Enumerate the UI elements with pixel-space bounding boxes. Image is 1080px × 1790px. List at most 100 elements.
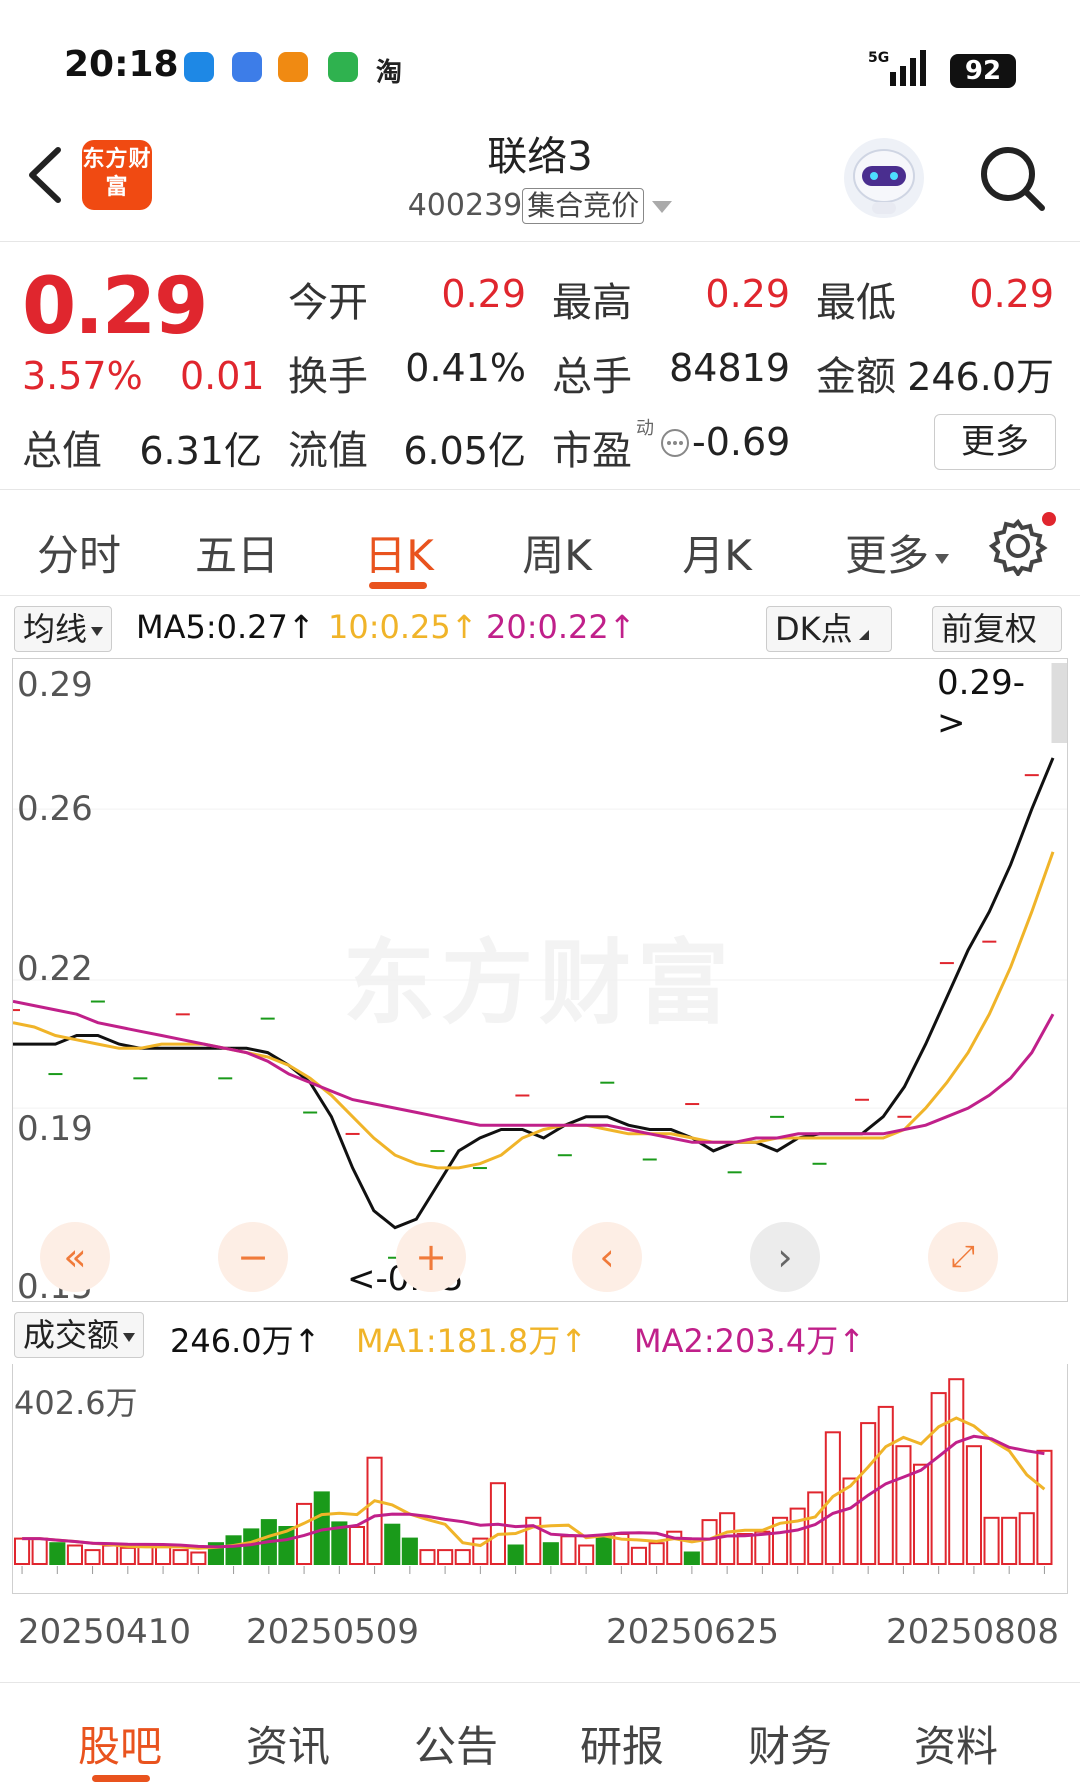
volume-bar — [965, 1445, 983, 1565]
x-tick-label: 20250509 — [246, 1612, 420, 1652]
volume-bar — [243, 1528, 260, 1565]
volume-ma1: MA1:181.8万↑ — [356, 1322, 588, 1360]
nav-forum[interactable]: 股吧 — [50, 1713, 190, 1774]
reader-icon — [278, 52, 308, 82]
volume-bar — [807, 1491, 824, 1565]
volume-bar — [14, 1537, 31, 1566]
ma-select[interactable]: 均线 — [14, 606, 113, 652]
volume-bar — [948, 1378, 965, 1566]
volume-bar — [507, 1544, 524, 1565]
kline-chart[interactable]: 东方财富 0.29 0.26 0.22 0.19 0.15 0.29-> <-0… — [12, 658, 1068, 1307]
volume-bar — [895, 1445, 912, 1565]
x-tick-label: 20250625 — [606, 1612, 780, 1652]
browser-icon — [232, 52, 262, 82]
volume-bar — [172, 1549, 189, 1566]
volume-max-label: 402.6万 — [14, 1384, 138, 1422]
float-label: 流值 — [288, 428, 368, 474]
volume-bar — [930, 1392, 947, 1565]
volume-bar — [736, 1533, 753, 1565]
volume-select[interactable]: 成交额 — [14, 1312, 145, 1358]
tab-more[interactable]: 更多 — [822, 522, 972, 583]
stock-header: 东方财富 联络3 400239 集合竞价 — [0, 110, 1080, 242]
assistant-robot-icon[interactable] — [842, 136, 926, 220]
volume-indicator-row: 成交额 246.0万↑ MA1:181.8万↑ MA2:203.4万↑ — [0, 1306, 1080, 1364]
zoom-in-button[interactable]: + — [396, 1222, 466, 1292]
high-label: 最高 — [552, 280, 632, 326]
ma20-value: 20:0.22↑ — [486, 608, 636, 646]
volume-current: 246.0万↑ — [170, 1322, 321, 1360]
tab-monthly-k[interactable]: 月K — [652, 522, 782, 583]
nav-announcements[interactable]: 公告 — [386, 1713, 526, 1774]
more-quote-button[interactable]: 更多 — [934, 414, 1056, 470]
volume-bar — [630, 1546, 648, 1566]
volume-ma2: MA2:203.4万↑ — [634, 1322, 866, 1360]
ma10-value: 10:0.25↑ — [328, 608, 478, 646]
open-label: 今开 — [288, 280, 368, 326]
volume-bar — [49, 1542, 66, 1565]
active-nav-indicator — [92, 1775, 150, 1782]
volume-svg — [14, 1378, 1053, 1574]
volume-bar — [1001, 1516, 1018, 1566]
turnover-value: 0.41% — [405, 346, 526, 390]
tab-weekly-k[interactable]: 周K — [492, 522, 622, 583]
nav-research[interactable]: 研报 — [552, 1713, 692, 1774]
volume-bar — [754, 1530, 771, 1565]
scroll-right-button[interactable]: › — [750, 1222, 820, 1292]
volume-bar — [648, 1542, 665, 1565]
volume-bar — [401, 1537, 418, 1566]
change-percent: 3.57% — [22, 354, 143, 398]
volume-bar — [348, 1526, 365, 1565]
quote-panel: 0.29 3.57% 0.01 今开 0.29 最高 0.29 最低 0.29 … — [0, 242, 1080, 490]
high-value: 0.29 — [705, 272, 790, 316]
signal-icon: 5G — [868, 50, 926, 86]
more-dots-icon[interactable] — [660, 428, 690, 458]
y-tick-label: 0.29 — [17, 665, 93, 705]
nav-financials[interactable]: 财务 — [720, 1713, 860, 1774]
tab-intraday[interactable]: 分时 — [14, 522, 144, 583]
volume-bar — [560, 1535, 577, 1566]
trade-mode-badge: 集合竞价 — [522, 188, 645, 224]
nav-profile[interactable]: 资料 — [886, 1713, 1026, 1774]
gear-icon[interactable] — [988, 516, 1048, 576]
fullscreen-icon[interactable]: ⤢ — [928, 1222, 998, 1292]
period-tabs: 分时 五日 日K 周K 月K 更多 — [0, 490, 1080, 596]
svg-text:5G: 5G — [868, 50, 889, 66]
volume-bar — [31, 1537, 48, 1566]
pe-label: 市盈 — [552, 428, 632, 474]
y-tick-label: 0.22 — [17, 949, 93, 989]
volume-bar — [1036, 1449, 1053, 1565]
adjust-button[interactable]: 前复权 — [932, 606, 1062, 652]
volume-chart[interactable] — [12, 1364, 1068, 1594]
chevron-down-icon — [652, 200, 673, 213]
security-icon — [328, 52, 358, 82]
nav-news[interactable]: 资讯 — [218, 1713, 358, 1774]
volume-bar — [983, 1516, 1000, 1566]
edge-icon — [184, 52, 214, 82]
volume-bar — [595, 1535, 612, 1566]
volume-select-label: 成交额 — [23, 1316, 120, 1354]
volume-bar — [84, 1549, 101, 1566]
search-icon[interactable] — [972, 138, 1052, 218]
mcap-value: 6.31亿 — [139, 429, 262, 473]
indicator-row: 均线 MA5:0.27↑ 10:0.25↑ 20:0.22↑ DK点 前复权 — [0, 600, 1080, 660]
status-bar: 20:18 淘 5G 92 — [0, 0, 1080, 110]
jump-start-button[interactable]: « — [40, 1222, 110, 1292]
volume-bar — [66, 1544, 84, 1565]
kline-svg — [13, 757, 1067, 1259]
bottom-nav: 股吧 资讯 公告 研报 财务 资料 — [0, 1682, 1080, 1790]
dk-point-label: DK点 — [775, 610, 853, 648]
scroll-left-button[interactable]: ‹ — [572, 1222, 642, 1292]
volume-bar — [437, 1549, 454, 1566]
tab-five-day[interactable]: 五日 — [172, 522, 302, 583]
dk-point-button[interactable]: DK点 — [766, 606, 892, 652]
volume-bar — [384, 1523, 401, 1565]
caret-down-icon — [91, 626, 104, 636]
volume-bar — [119, 1546, 136, 1566]
last-price: 0.29 — [22, 262, 208, 352]
volume-bar — [225, 1535, 242, 1566]
zoom-out-button[interactable]: − — [218, 1222, 288, 1292]
volume-bar — [789, 1507, 806, 1566]
tab-daily-k[interactable]: 日K — [334, 522, 464, 583]
volume-bar — [842, 1477, 859, 1565]
volume-bar — [102, 1544, 119, 1565]
